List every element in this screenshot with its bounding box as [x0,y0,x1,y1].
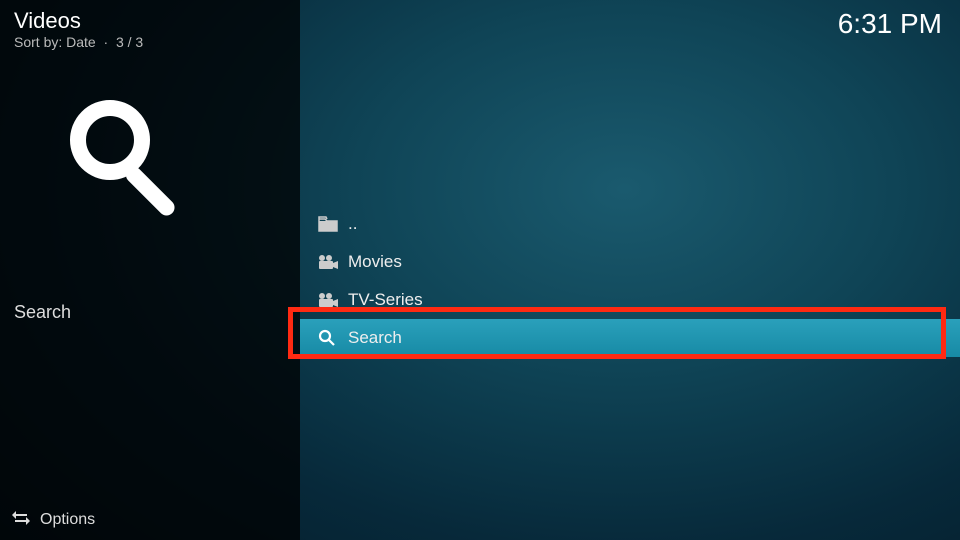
video-camera-icon [318,254,348,270]
list-item-label: TV-Series [348,290,960,310]
selected-item-label: Search [14,302,71,323]
folder-icon [318,216,348,232]
item-count: 3 / 3 [116,34,143,50]
video-camera-icon [318,292,348,308]
list-item-tvseries[interactable]: TV-Series [300,281,960,319]
list-item-movies[interactable]: Movies [300,243,960,281]
sort-info: Sort by: Date · 3 / 3 [14,34,143,50]
search-icon-large [60,95,190,240]
list-item-label: Search [348,328,960,348]
list-item-search[interactable]: Search [300,319,960,357]
sort-label: Sort by: Date [14,34,96,50]
list-item-label: Movies [348,252,960,272]
content-list: .. Movies TV-Series Sea [300,205,960,357]
sidebar: Videos Sort by: Date · 3 / 3 Search Opti… [0,0,300,540]
list-item-label: .. [348,214,960,234]
options-button[interactable]: Options [0,500,300,540]
list-item-parent[interactable]: .. [300,205,960,243]
options-icon [12,509,40,532]
clock: 6:31 PM [838,8,942,40]
options-label: Options [40,511,95,529]
page-title: Videos [14,8,81,34]
search-icon [318,329,348,347]
